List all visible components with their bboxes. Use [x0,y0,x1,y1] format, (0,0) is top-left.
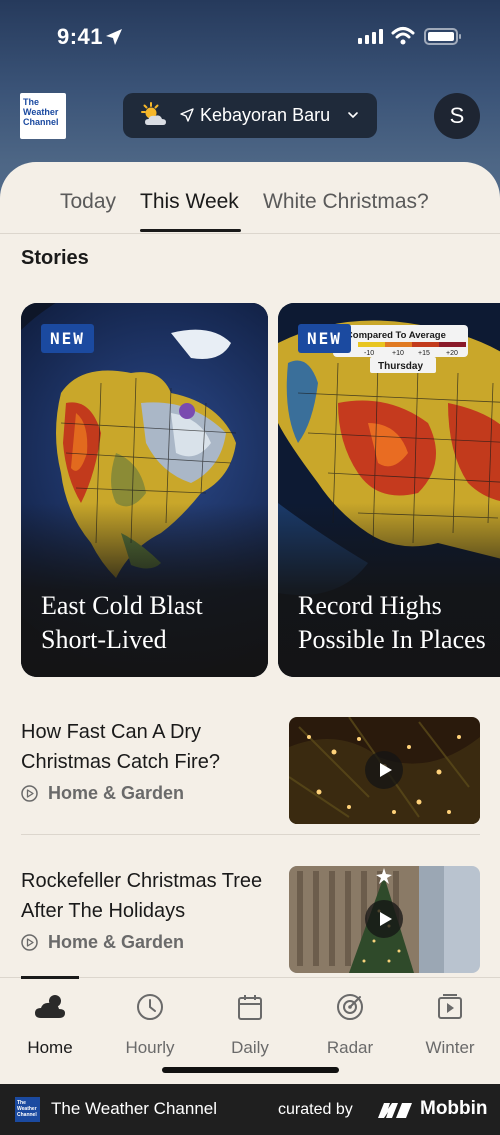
new-badge: NEW [298,324,351,353]
tab-today[interactable]: Today [60,190,116,214]
play-circle-icon [21,934,38,951]
story-thumbnail[interactable] [289,866,480,973]
story-category: Home & Garden [21,783,184,804]
tab-radar[interactable]: Radar [305,990,395,1058]
status-bar: 9:41 [0,0,500,75]
new-badge: NEW [41,324,94,353]
tab-bar-top: Today This Week White Christmas? [0,162,500,234]
location-arrow-icon [106,29,122,45]
list-item[interactable]: How Fast Can A Dry Christmas Catch Fire?… [21,717,480,824]
tab-label: Home [27,1038,73,1057]
stories-heading: Stories [21,247,89,269]
cellular-signal-icon [358,29,383,44]
story-title: How Fast Can A Dry Christmas Catch Fire? [21,721,220,773]
play-button[interactable] [365,751,403,789]
map-legend-title: s Compared To Average [338,330,446,341]
map-legend-value: -10 [364,350,374,357]
mobbin-logo-icon [378,1103,412,1118]
map-legend-value: +20 [446,350,458,357]
logo-line: The [23,97,40,107]
tab-label: Radar [326,1038,374,1057]
chevron-down-icon [348,112,358,119]
tab-this-week[interactable]: This Week [140,190,239,214]
home-indicator [162,1067,339,1073]
divider [21,834,480,835]
location-selector[interactable]: Kebayoran Baru [123,93,377,138]
logo-line: Channel [17,1112,37,1118]
partly-cloudy-icon [141,102,166,125]
play-circle-icon [21,785,38,802]
twc-logo[interactable]: The Weather Channel [20,93,66,139]
tab-label: Daily [231,1038,269,1057]
story-thumbnail[interactable] [289,717,480,824]
clock-icon [137,994,163,1020]
active-tab-indicator [21,976,79,979]
footer-mobbin: Mobbin [420,1098,488,1119]
story-category: Home & Garden [21,932,184,953]
radar-icon [337,994,363,1020]
status-time: 9:41 [57,24,104,49]
battery-icon [424,28,461,45]
logo-line: Channel [23,117,59,127]
card-title: East Cold Blast Short-Lived [41,591,203,654]
featured-story-card[interactable]: NEW East Cold Blast Short-Lived [21,303,268,677]
story-category-label: Home & Garden [48,932,185,952]
footer-brand: The Weather Channel [51,1099,218,1118]
content-sheet: Today This Week White Christmas? Stories [0,162,500,1082]
wifi-icon [391,27,415,45]
tab-white-christmas[interactable]: White Christmas? [263,190,429,214]
calendar-icon [238,995,262,1020]
tab-daily[interactable]: Daily [205,990,295,1058]
tab-winter[interactable]: Winter [405,990,495,1058]
tab-label: Hourly [125,1038,175,1057]
tab-label: Winter [425,1038,475,1057]
map-legend-value: +10 [392,350,404,357]
bottom-tab-bar: Home Hourly Daily Radar Winter [0,976,500,1084]
location-name: Kebayoran Baru [200,105,331,125]
map-day-label: Thursday [378,361,423,372]
card-title: Record Highs Possible In Places [298,591,486,654]
tab-home[interactable]: Home [5,990,95,1058]
winter-video-icon [438,994,462,1019]
avatar[interactable]: S [434,93,480,139]
tab-hourly[interactable]: Hourly [105,990,195,1058]
avatar-initial: S [449,103,465,128]
list-item[interactable]: Rockefeller Christmas Tree After The Hol… [21,866,480,973]
attribution-footer: The Weather Channel The Weather Channel … [0,1084,500,1135]
home-cloud-icon [35,995,65,1018]
twc-footer-logo: The Weather Channel [15,1097,40,1122]
featured-story-card[interactable]: s Compared To Average -10 +10 +15 +20 Th… [278,303,500,677]
story-category-label: Home & Garden [48,783,185,803]
footer-curated-by: curated by [278,1101,353,1118]
story-title: Rockefeller Christmas Tree After The Hol… [21,870,263,922]
navigation-arrow-icon [180,108,194,122]
play-button[interactable] [365,900,403,938]
logo-line: Weather [23,107,59,117]
map-legend-value: +15 [418,350,430,357]
active-tab-indicator [140,229,241,232]
